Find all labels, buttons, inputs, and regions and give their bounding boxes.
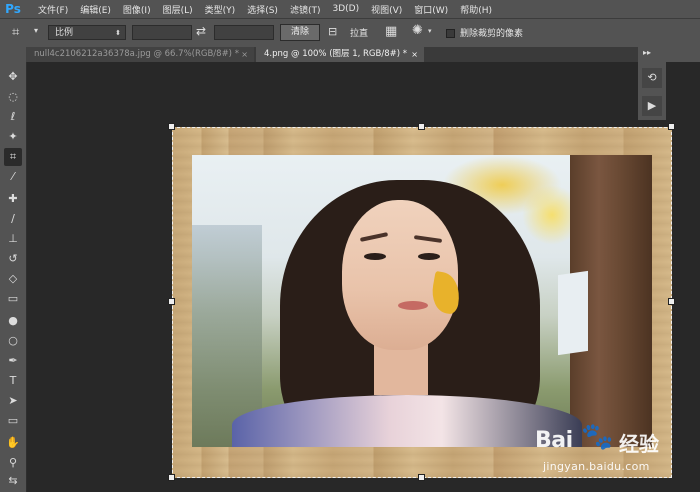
menu-layer[interactable]: 图层(L) bbox=[157, 3, 199, 16]
menu-type[interactable]: 类型(Y) bbox=[199, 3, 242, 16]
document-tab-label: null4c2106212a36378a.jpg @ 66.7%(RGB/8#)… bbox=[34, 49, 239, 59]
scarf bbox=[232, 395, 582, 447]
straighten-icon[interactable]: ⊟ bbox=[328, 25, 337, 38]
hand-icon[interactable]: ✋ bbox=[4, 434, 22, 452]
swap-dimensions-icon[interactable]: ⇄ bbox=[196, 24, 206, 38]
pen-icon[interactable]: ✒ bbox=[4, 352, 22, 370]
marquee-icon[interactable]: ◌ bbox=[4, 88, 22, 106]
crop-tool-preset-icon[interactable]: ⌗ bbox=[12, 25, 28, 41]
healing-brush-icon[interactable]: ✚ bbox=[4, 190, 22, 208]
height-input[interactable] bbox=[214, 25, 274, 40]
crop-handle-left[interactable] bbox=[168, 298, 175, 305]
gear-icon[interactable]: ✺ bbox=[412, 23, 423, 38]
ratio-select[interactable]: 比例 ⬍ bbox=[48, 25, 126, 40]
photoshop-logo: Ps bbox=[5, 2, 21, 16]
overlay-grid-icon[interactable]: ▦ bbox=[385, 24, 397, 39]
dodge-icon[interactable]: ○ bbox=[4, 332, 22, 350]
swap-colors-icon[interactable]: ⇆ bbox=[4, 472, 22, 490]
watermark-suffix: 经验 bbox=[619, 432, 659, 456]
baidu-jingyan-watermark: Bai 🐾 经验 jingyan.baidu.com bbox=[535, 420, 695, 488]
menu-edit[interactable]: 编辑(E) bbox=[74, 3, 117, 16]
menu-view[interactable]: 视图(V) bbox=[365, 3, 408, 16]
menu-bar: Ps 文件(F) 编辑(E) 图像(I) 图层(L) 类型(Y) 选择(S) 滤… bbox=[0, 0, 700, 18]
watermark-brand: Bai bbox=[535, 428, 573, 453]
menu-help[interactable]: 帮助(H) bbox=[454, 3, 498, 16]
clone-stamp-icon[interactable]: ⊥ bbox=[4, 230, 22, 248]
toolbar-header bbox=[0, 47, 26, 62]
blur-icon[interactable]: ● bbox=[4, 312, 22, 330]
paw-icon: 🐾 bbox=[581, 422, 614, 452]
ratio-select-value: 比例 bbox=[55, 28, 74, 38]
collapse-panels-icon[interactable]: ▸▸ bbox=[643, 48, 651, 57]
menu-filter[interactable]: 滤镜(T) bbox=[284, 3, 327, 16]
chevron-down-icon[interactable]: ▾ bbox=[428, 27, 432, 35]
options-bar: ⌗ ▾ 比例 ⬍ ⇄ 清除 ⊟ 拉直 ▦ ✺ ▾ 删除裁剪的像素 bbox=[0, 18, 700, 49]
crop-handle-right[interactable] bbox=[668, 298, 675, 305]
eye bbox=[364, 253, 386, 260]
crop-handle-bottom[interactable] bbox=[418, 474, 425, 481]
crop-handle-top-left[interactable] bbox=[168, 123, 175, 130]
lips bbox=[398, 301, 428, 310]
delete-cropped-pixels-checkbox[interactable] bbox=[446, 29, 455, 38]
history-panel-icon[interactable]: ⟲ bbox=[642, 68, 662, 88]
type-icon[interactable]: T bbox=[4, 372, 22, 390]
tools-panel: ✥ ◌ ℓ ✦ ⌗ ⁄ ✚ ∕ ⊥ ↺ ◇ ▭ ● ○ ✒ T ➤ ▭ ✋ ⚲ … bbox=[0, 62, 27, 492]
close-icon[interactable]: × bbox=[241, 47, 248, 62]
eye bbox=[418, 253, 440, 260]
brush-icon[interactable]: ∕ bbox=[4, 210, 22, 228]
eyedropper-icon[interactable]: ⁄ bbox=[4, 168, 22, 186]
document-tab-active[interactable]: 4.png @ 100% (图层 1, RGB/8#) * × bbox=[256, 47, 424, 62]
chevron-updown-icon: ⬍ bbox=[115, 29, 121, 37]
magic-wand-icon[interactable]: ✦ bbox=[4, 128, 22, 146]
chevron-down-icon[interactable]: ▾ bbox=[34, 26, 38, 35]
paper-note bbox=[558, 270, 588, 356]
width-input[interactable] bbox=[132, 25, 192, 40]
path-selection-icon[interactable]: ➤ bbox=[4, 392, 22, 410]
lasso-icon[interactable]: ℓ bbox=[4, 108, 22, 126]
actions-play-icon[interactable]: ▶ bbox=[642, 96, 662, 116]
zoom-icon[interactable]: ⚲ bbox=[4, 454, 22, 472]
history-brush-icon[interactable]: ↺ bbox=[4, 250, 22, 268]
clear-button[interactable]: 清除 bbox=[280, 24, 320, 41]
watermark-url: jingyan.baidu.com bbox=[543, 460, 650, 473]
right-panel-dock: ⟲ ▶ bbox=[638, 62, 666, 120]
document-tab-label: 4.png @ 100% (图层 1, RGB/8#) * bbox=[264, 49, 408, 59]
document-tab[interactable]: null4c2106212a36378a.jpg @ 66.7%(RGB/8#)… bbox=[26, 47, 254, 62]
menu-image[interactable]: 图像(I) bbox=[117, 3, 157, 16]
delete-cropped-pixels-label: 删除裁剪的像素 bbox=[460, 29, 524, 39]
crop-icon[interactable]: ⌗ bbox=[4, 148, 22, 166]
menu-select[interactable]: 选择(S) bbox=[241, 3, 284, 16]
gradient-icon[interactable]: ▭ bbox=[4, 290, 22, 308]
document-tab-bar: null4c2106212a36378a.jpg @ 66.7%(RGB/8#)… bbox=[26, 47, 638, 62]
crop-handle-top-right[interactable] bbox=[668, 123, 675, 130]
move-icon[interactable]: ✥ bbox=[4, 68, 22, 86]
menu-file[interactable]: 文件(F) bbox=[32, 3, 74, 16]
crop-handle-top[interactable] bbox=[418, 123, 425, 130]
photo-layer bbox=[192, 155, 652, 447]
menu-3d[interactable]: 3D(D) bbox=[326, 4, 365, 14]
crop-handle-bottom-left[interactable] bbox=[168, 474, 175, 481]
straighten-label[interactable]: 拉直 bbox=[350, 26, 368, 39]
close-icon[interactable]: × bbox=[411, 47, 418, 62]
rectangle-icon[interactable]: ▭ bbox=[4, 412, 22, 430]
eraser-icon[interactable]: ◇ bbox=[4, 270, 22, 288]
menu-window[interactable]: 窗口(W) bbox=[408, 3, 454, 16]
